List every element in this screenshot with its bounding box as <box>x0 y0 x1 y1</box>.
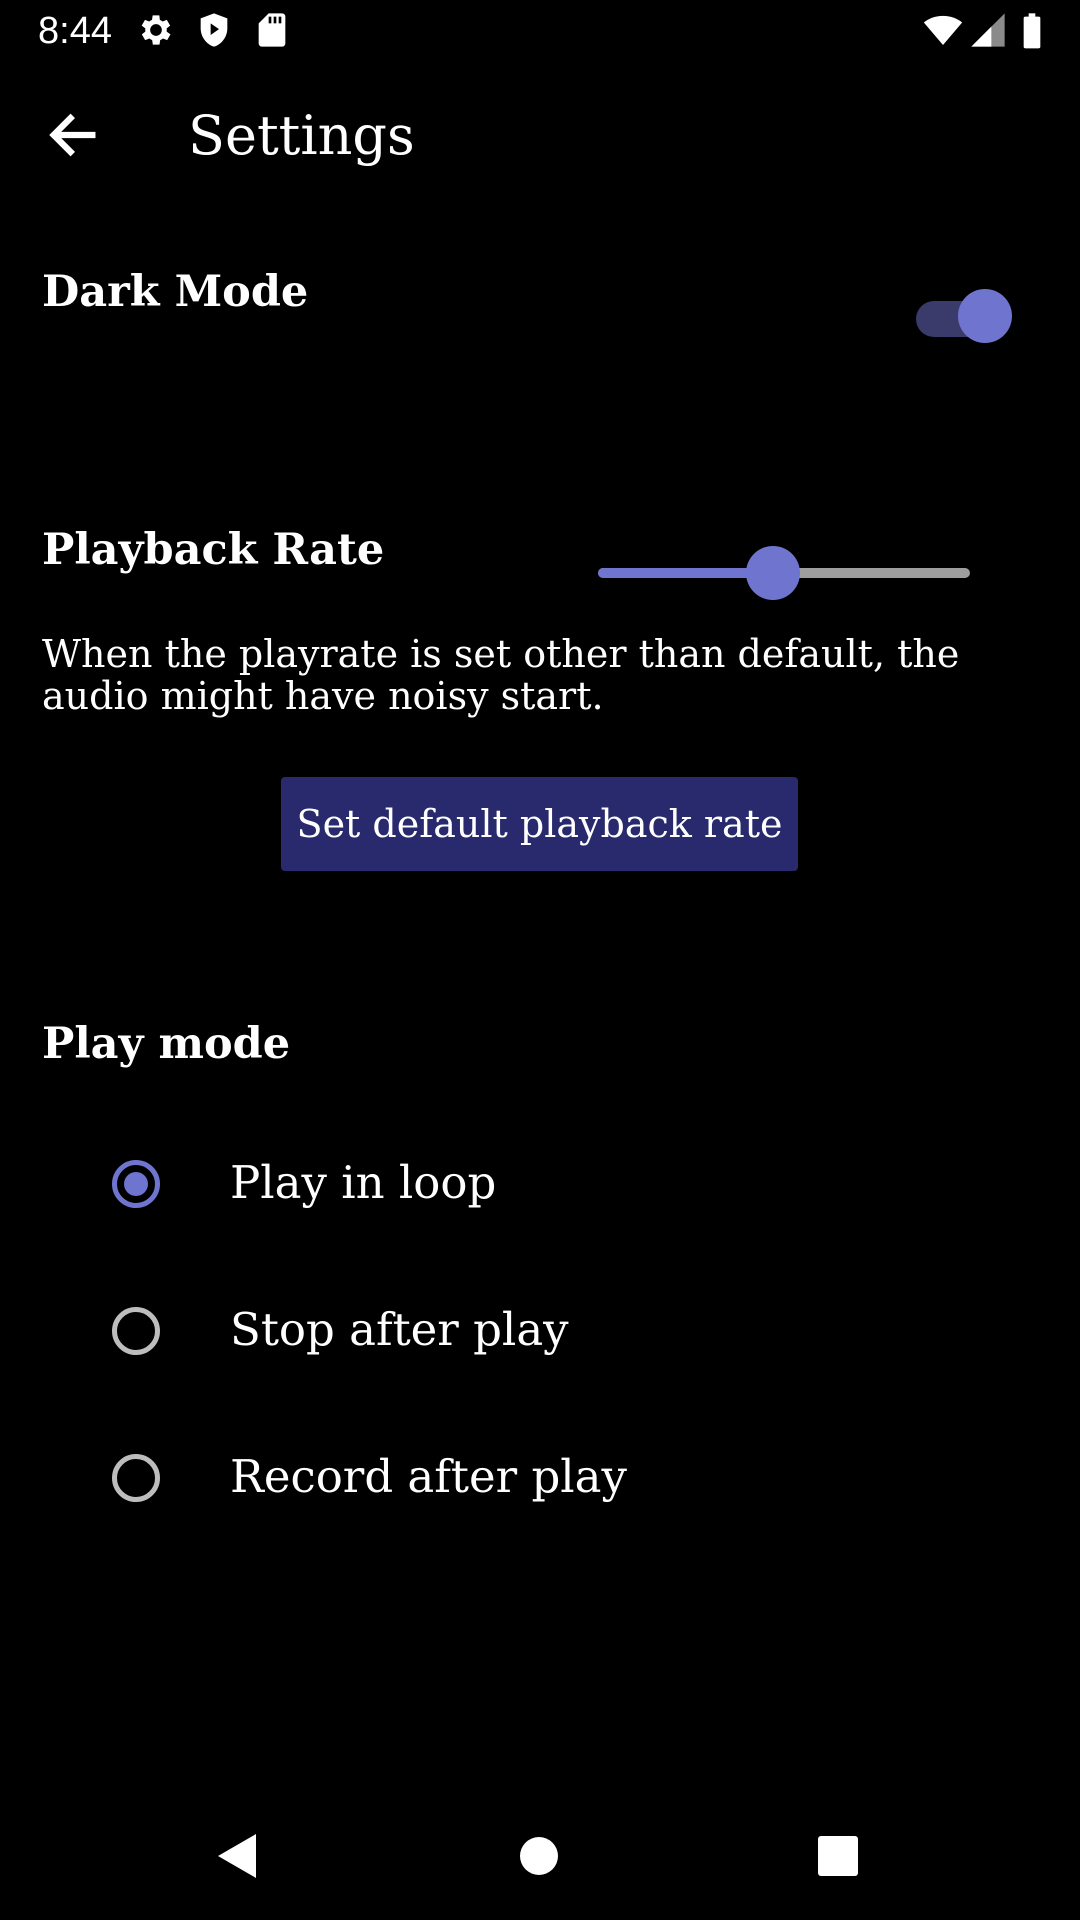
back-button[interactable] <box>44 106 102 164</box>
page-title: Settings <box>188 104 415 167</box>
set-default-playback-rate-button[interactable]: Set default playback rate <box>281 777 798 871</box>
nav-home-icon[interactable] <box>520 1837 558 1875</box>
nav-back-icon[interactable] <box>216 1832 260 1880</box>
radio-selected-dot <box>124 1172 148 1196</box>
wifi-icon <box>923 15 963 45</box>
radio-stop-after-play[interactable] <box>112 1307 160 1355</box>
radio-label-stop-after-play[interactable]: Stop after play <box>230 1303 569 1357</box>
nav-recents-icon[interactable] <box>818 1836 858 1876</box>
radio-record-after-play[interactable] <box>112 1454 160 1502</box>
dark-mode-label: Dark Mode <box>42 267 309 317</box>
dark-mode-switch[interactable] <box>916 288 1014 343</box>
playback-rate-slider[interactable] <box>592 544 976 600</box>
battery-icon <box>1023 13 1041 49</box>
gear-icon <box>141 15 171 45</box>
radio-play-in-loop[interactable] <box>112 1160 160 1208</box>
shield-play-icon <box>200 13 228 47</box>
slider-thumb[interactable] <box>745 546 800 600</box>
playback-rate-label: Playback Rate <box>42 525 385 575</box>
switch-thumb <box>958 289 1012 343</box>
radio-label-record-after-play[interactable]: Record after play <box>230 1450 627 1504</box>
radio-label-play-in-loop[interactable]: Play in loop <box>230 1156 496 1210</box>
status-time: 8:44 <box>38 10 112 52</box>
cell-signal-icon <box>971 13 1005 47</box>
playback-rate-note: When the playrate is set other than defa… <box>42 632 960 718</box>
play-mode-label: Play mode <box>42 1019 291 1069</box>
sd-card-icon <box>258 13 286 47</box>
